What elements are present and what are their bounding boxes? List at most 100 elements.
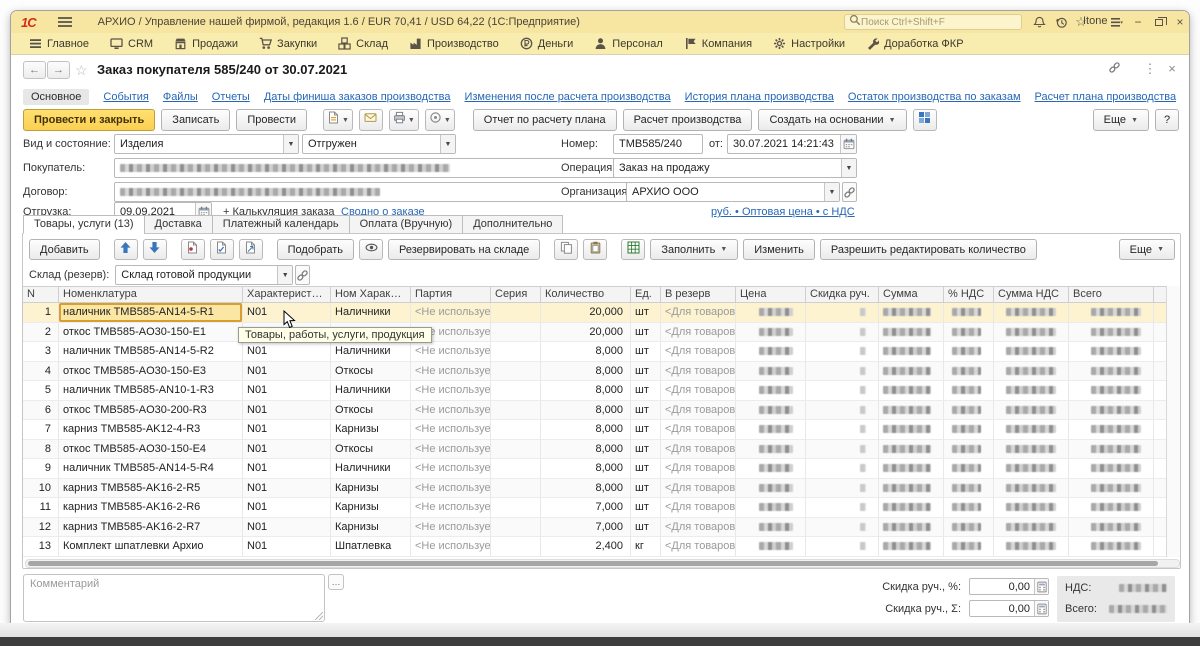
column-header-7[interactable]: Ед.	[631, 287, 661, 302]
column-header-2[interactable]: Характеристика	[243, 287, 331, 302]
cell-redacted-amount[interactable]	[806, 440, 879, 459]
table-row[interactable]: 11карниз TMB585-AK16-2-R6N01Карнизы<Не и…	[23, 498, 1167, 518]
menu-item-warehouse[interactable]: Склад	[338, 37, 388, 50]
cell-redacted-amount[interactable]	[806, 537, 879, 556]
help-button[interactable]: ?	[1155, 109, 1179, 131]
tab-4[interactable]: Дополнительно	[462, 215, 563, 234]
menu-item-main[interactable]: Главное	[29, 37, 89, 50]
column-header-4[interactable]: Партия	[411, 287, 491, 302]
cell-redacted-amount[interactable]	[879, 323, 944, 342]
cell-redacted-amount[interactable]	[1069, 401, 1154, 420]
cell-qty[interactable]: 7,000	[541, 518, 631, 537]
nav-link-6[interactable]: История плана производства	[685, 91, 834, 103]
create-based-on-button[interactable]: Создать на основании▼	[758, 109, 906, 131]
cell-series[interactable]	[491, 479, 541, 498]
tab-2[interactable]: Платежный календарь	[212, 215, 349, 234]
reserve-button[interactable]: Резервировать на складе	[388, 239, 540, 260]
menu-item-purchases[interactable]: Закупки	[259, 37, 317, 50]
open-warehouse-link-icon[interactable]	[295, 265, 310, 285]
cell-reserve[interactable]: <Для товаров>	[661, 342, 736, 361]
cell-n[interactable]: 5	[23, 381, 59, 400]
cell-redacted-amount[interactable]	[806, 518, 879, 537]
horizontal-scrollbar[interactable]	[25, 559, 1180, 568]
cell-n[interactable]: 3	[23, 342, 59, 361]
cell-redacted-amount[interactable]	[1069, 362, 1154, 381]
kind-combo[interactable]: Изделия▼	[114, 134, 299, 154]
cell-reserve[interactable]: <Для товаров>	[661, 420, 736, 439]
move-down-button[interactable]	[143, 239, 167, 260]
more-button[interactable]: Еще▼	[1093, 109, 1149, 131]
paste-rows-button[interactable]	[583, 239, 607, 260]
cell-batch[interactable]: <Не используется>	[411, 518, 491, 537]
discount-pct-input[interactable]: 0,00	[969, 578, 1049, 595]
cell-redacted-amount[interactable]	[944, 420, 994, 439]
menu-item-production[interactable]: Производство	[409, 37, 499, 50]
close-window-button[interactable]: ×	[1171, 13, 1189, 31]
cell-qty[interactable]: 20,000	[541, 303, 631, 322]
view-eye-button[interactable]	[359, 239, 383, 260]
cell-redacted-amount[interactable]	[1069, 323, 1154, 342]
create-document-button[interactable]: ▼	[323, 109, 353, 131]
cell-redacted-amount[interactable]	[879, 381, 944, 400]
cell-redacted-amount[interactable]	[944, 479, 994, 498]
nav-link-main[interactable]: Основное	[23, 89, 89, 105]
menu-item-crm[interactable]: CRM	[110, 37, 153, 50]
cell-redacted-amount[interactable]	[806, 342, 879, 361]
cell-qty[interactable]: 7,000	[541, 498, 631, 517]
cell-nom_type[interactable]: Наличники	[331, 381, 411, 400]
cell-n[interactable]: 7	[23, 420, 59, 439]
cell-nom_type[interactable]: Наличники	[331, 342, 411, 361]
cell-redacted-amount[interactable]	[806, 498, 879, 517]
cell-nom_type[interactable]: Наличники	[331, 303, 411, 322]
cell-redacted-amount[interactable]	[944, 303, 994, 322]
cell-redacted-amount[interactable]	[944, 362, 994, 381]
state-combo[interactable]: Отгружен▼	[302, 134, 456, 154]
cell-redacted-amount[interactable]	[994, 518, 1069, 537]
comment-box[interactable]: Комментарий	[23, 574, 325, 622]
cell-redacted-amount[interactable]	[806, 479, 879, 498]
allow-qty-edit-button[interactable]: Разрешить редактировать количество	[820, 239, 1037, 260]
discount-sum-input[interactable]: 0,00	[969, 600, 1049, 617]
cell-characteristic[interactable]: N01	[243, 401, 331, 420]
cell-redacted-amount[interactable]	[944, 401, 994, 420]
menu-item-sales[interactable]: Продажи	[174, 37, 238, 50]
cell-name[interactable]: Комплект шпатлевки Архио	[59, 537, 243, 556]
cell-unit[interactable]: шт	[631, 420, 661, 439]
cell-redacted-amount[interactable]	[806, 401, 879, 420]
cell-unit[interactable]: шт	[631, 401, 661, 420]
cell-redacted-amount[interactable]	[1069, 381, 1154, 400]
cell-name[interactable]: наличник TMB585-AN14-5-R2	[59, 342, 243, 361]
table-row[interactable]: 2откос TMB585-AO30-150-E1N01Откосы<Не ис…	[23, 323, 1167, 343]
cell-redacted-amount[interactable]	[736, 479, 806, 498]
cell-nom_type[interactable]: Откосы	[331, 440, 411, 459]
cell-redacted-amount[interactable]	[944, 342, 994, 361]
cell-redacted-amount[interactable]	[994, 498, 1069, 517]
calendar-icon[interactable]	[840, 135, 856, 153]
cell-redacted-amount[interactable]	[1069, 498, 1154, 517]
plan-report-button[interactable]: Отчет по расчету плана	[473, 109, 617, 131]
table-row[interactable]: 10карниз TMB585-AK16-2-R5N01Карнизы<Не и…	[23, 479, 1167, 499]
cell-redacted-amount[interactable]	[994, 459, 1069, 478]
tab-0[interactable]: Товары, услуги (13)	[23, 215, 144, 234]
cell-redacted-amount[interactable]	[994, 303, 1069, 322]
cell-redacted-amount[interactable]	[994, 420, 1069, 439]
cell-redacted-amount[interactable]	[736, 440, 806, 459]
cell-characteristic[interactable]: N01	[243, 459, 331, 478]
service-menu-icon[interactable]	[1107, 13, 1125, 31]
dropdown-caret-icon[interactable]: ▼	[824, 183, 839, 201]
print-button[interactable]: ▼	[389, 109, 419, 131]
cell-n[interactable]: 4	[23, 362, 59, 381]
tab-1[interactable]: Доставка	[144, 215, 212, 234]
table-row[interactable]: 3наличник TMB585-AN14-5-R2N01Наличники<Н…	[23, 342, 1167, 362]
table-row[interactable]: 4откос TMB585-AO30-150-E3N01Откосы<Не ис…	[23, 362, 1167, 382]
cell-reserve[interactable]: <Для товаров>	[661, 498, 736, 517]
post-and-close-button[interactable]: Провести и закрыть	[23, 109, 155, 131]
cell-name[interactable]: карниз TMB585-AK12-4-R3	[59, 420, 243, 439]
cell-batch[interactable]: <Не используется>	[411, 362, 491, 381]
cell-nom_type[interactable]: Карнизы	[331, 479, 411, 498]
cell-redacted-amount[interactable]	[944, 518, 994, 537]
cell-characteristic[interactable]: N01	[243, 420, 331, 439]
nav-link-2[interactable]: Файлы	[163, 91, 198, 103]
cell-redacted-amount[interactable]	[1069, 420, 1154, 439]
cell-redacted-amount[interactable]	[806, 381, 879, 400]
